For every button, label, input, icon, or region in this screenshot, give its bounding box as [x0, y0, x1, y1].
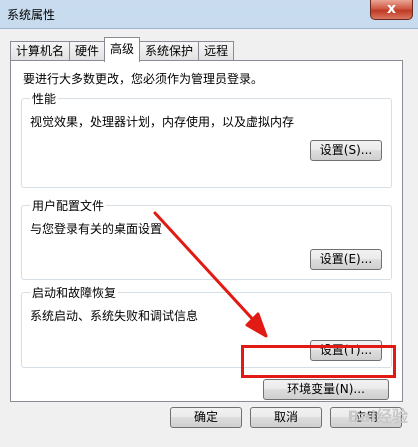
performance-desc: 视觉效果，处理器计划，内存使用，以及虚拟内存	[30, 115, 295, 129]
performance-settings-button[interactable]: 设置(S)...	[310, 140, 382, 161]
environment-variables-button[interactable]: 环境变量(N)...	[263, 379, 389, 400]
startup-recovery-desc: 系统启动、系统失败和调试信息	[30, 309, 199, 323]
cancel-button[interactable]: 取消	[250, 407, 322, 428]
close-button[interactable]: x	[370, 0, 413, 20]
user-profiles-settings-button[interactable]: 设置(E)...	[310, 249, 382, 270]
user-profiles-group-label: 用户配置文件	[30, 197, 107, 214]
window-title: 系统属性	[7, 8, 56, 22]
close-icon: x	[386, 1, 397, 17]
tab-system-protection[interactable]: 系统保护	[139, 41, 200, 61]
user-profiles-desc: 与您登录有关的桌面设置	[30, 222, 163, 236]
tab-computer-name[interactable]: 计算机名	[10, 41, 71, 61]
performance-group: 性能 视觉效果，处理器计划，内存使用，以及虚拟内存 设置(S)...	[21, 90, 392, 188]
title-bar: 系统属性 x	[0, 0, 418, 28]
user-profiles-group: 用户配置文件 与您登录有关的桌面设置 设置(E)...	[21, 197, 392, 280]
tab-advanced[interactable]: 高级	[104, 37, 141, 62]
dialog-body: 计算机名 硬件 高级 系统保护 远程 要进行大多数更改，您必须作为管理员登录。 …	[0, 28, 418, 447]
tab-remote[interactable]: 远程	[198, 41, 235, 61]
admin-note: 要进行大多数更改，您必须作为管理员登录。	[23, 72, 264, 86]
watermark: Bai经验	[347, 407, 408, 426]
environment-variables-highlight	[241, 345, 396, 378]
performance-group-label: 性能	[30, 90, 59, 107]
tab-strip: 计算机名 硬件 高级 系统保护 远程	[10, 37, 235, 62]
ok-button[interactable]: 确定	[170, 407, 242, 428]
startup-recovery-group-label: 启动和故障恢复	[30, 284, 119, 301]
tab-hardware[interactable]: 硬件	[69, 41, 106, 61]
